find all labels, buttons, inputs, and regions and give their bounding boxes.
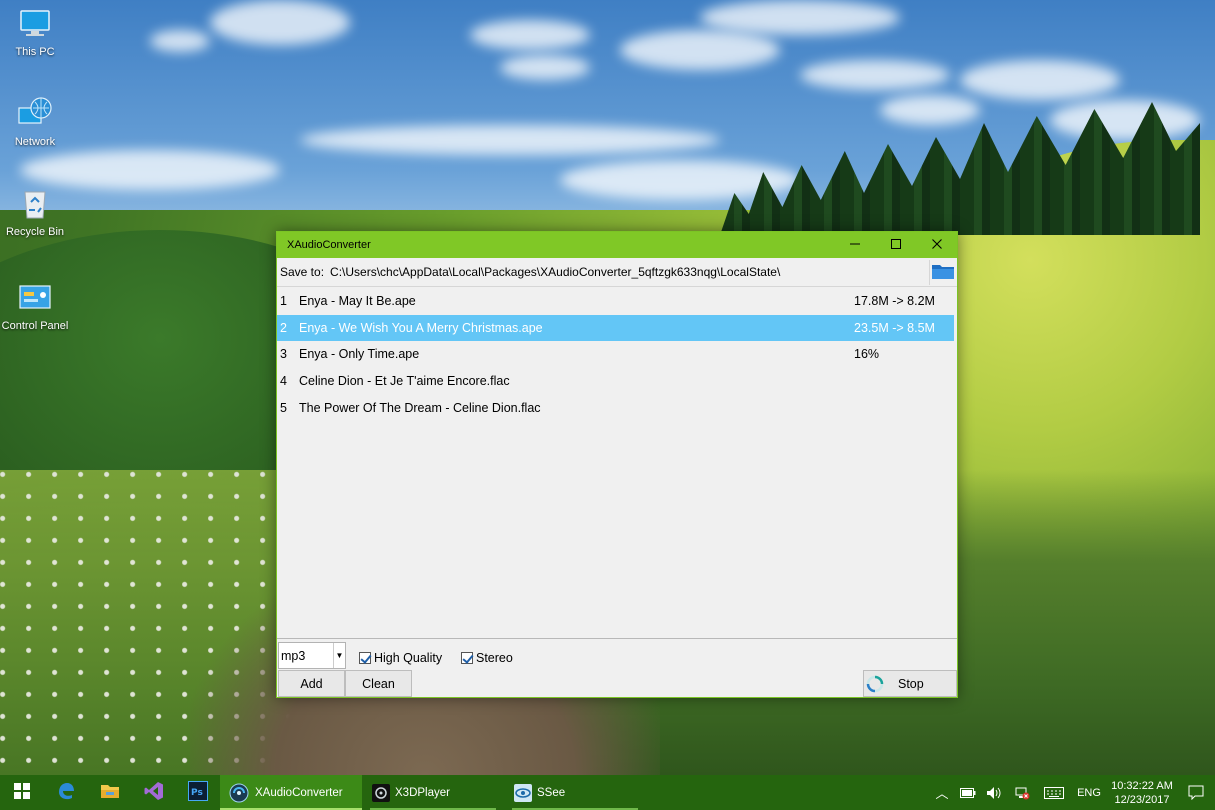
format-select[interactable]: mp3 ▼ (278, 642, 346, 669)
file-status: 16% (854, 347, 880, 361)
desktop-icon-label: Recycle Bin (5, 226, 65, 238)
desktop-icon-network[interactable]: Network (0, 96, 70, 148)
taskbar-app-xaudioconverter[interactable]: XAudioConverter (220, 775, 362, 810)
stereo-checkbox[interactable]: Stereo (461, 651, 513, 665)
edge-browser-icon (56, 781, 76, 804)
control-panel-icon (17, 280, 53, 316)
file-status: 17.8M -> 8.2M (854, 294, 935, 308)
file-number: 3 (280, 347, 287, 361)
minimize-icon (849, 237, 861, 253)
save-location-bar: Save to: C:\Users\chc\AppData\Local\Pack… (277, 258, 957, 287)
taskbar-visual-studio-button[interactable] (132, 775, 176, 810)
xaudioconverter-icon (229, 783, 249, 803)
clock-date: 12/23/2017 (1114, 793, 1170, 806)
file-explorer-icon (100, 782, 120, 803)
file-number: 5 (280, 401, 287, 415)
high-quality-label: High Quality (374, 651, 443, 665)
file-name: Celine Dion - Et Je T'aime Encore.flac (299, 374, 510, 388)
x3dplayer-icon (371, 783, 391, 803)
file-name: Enya - Only Time.ape (299, 347, 420, 361)
browse-folder-button[interactable] (929, 259, 956, 285)
windows-logo-icon (14, 783, 30, 802)
close-button[interactable] (916, 232, 957, 258)
list-item[interactable]: 5 The Power Of The Dream - Celine Dion.f… (277, 395, 954, 421)
file-name: The Power Of The Dream - Celine Dion.fla… (299, 401, 541, 415)
taskbar-photoshop-button[interactable]: Ps (176, 775, 220, 810)
taskbar-edge-button[interactable] (44, 775, 88, 810)
taskbar: Ps XAudioConverter X3DPlayer SSee ︿ ENG … (0, 775, 1215, 810)
recycle-bin-icon (17, 186, 53, 222)
list-item[interactable]: 3 Enya - Only Time.ape 16% (277, 341, 954, 367)
chevron-up-icon[interactable]: ︿ (929, 783, 955, 802)
file-list[interactable]: 1 Enya - May It Be.ape 17.8M -> 8.2M 2 E… (277, 288, 957, 639)
taskbar-explorer-button[interactable] (88, 775, 132, 810)
taskbar-app-ssee[interactable]: SSee (504, 775, 646, 810)
desktop-icon-label: This PC (15, 46, 55, 58)
folder-icon (931, 262, 955, 283)
system-tray: ︿ ENG 10:32:22 AM 12/23/2017 (929, 775, 1215, 810)
stop-label: Stop (898, 676, 924, 691)
chevron-down-icon[interactable]: ▼ (333, 643, 345, 668)
maximize-icon (890, 237, 902, 253)
clean-button[interactable]: Clean (345, 670, 412, 697)
close-icon (931, 237, 943, 253)
file-name: Enya - We Wish You A Merry Christmas.ape (299, 321, 543, 335)
xaudioconverter-window: XAudioConverter Save to: C:\Users\chc\Ap… (276, 231, 958, 698)
file-name: Enya - May It Be.ape (299, 294, 416, 308)
high-quality-checkbox[interactable]: High Quality (359, 651, 442, 665)
file-number: 4 (280, 374, 287, 388)
taskbar-app-x3dplayer[interactable]: X3DPlayer (362, 775, 504, 810)
checkbox-checked-icon (461, 652, 473, 664)
ssee-icon (513, 783, 533, 803)
keyboard-icon[interactable] (1037, 786, 1071, 799)
add-button[interactable]: Add (278, 670, 345, 697)
format-value: mp3 (281, 648, 306, 663)
file-status: 23.5M -> 8.5M (854, 321, 935, 335)
stop-button[interactable]: Stop (863, 670, 957, 697)
list-item[interactable]: 4 Celine Dion - Et Je T'aime Encore.flac (277, 368, 954, 394)
desktop-icon-control-panel[interactable]: Control Panel (0, 280, 70, 332)
desktop-icon-this-pc[interactable]: This PC (0, 6, 70, 58)
minimize-button[interactable] (834, 232, 875, 258)
taskbar-app-label: XAudioConverter (255, 786, 343, 799)
taskbar-app-label: X3DPlayer (395, 786, 450, 799)
checkbox-checked-icon (359, 652, 371, 664)
clock-time: 10:32:22 AM (1111, 779, 1173, 792)
visual-studio-icon (144, 781, 164, 804)
save-path-text: C:\Users\chc\AppData\Local\Packages\XAud… (330, 265, 781, 279)
desktop-icon-label: Control Panel (1, 320, 69, 332)
battery-icon[interactable] (955, 787, 981, 798)
svg-text:Ps: Ps (191, 788, 203, 798)
desktop-icon-label: Network (14, 136, 56, 148)
title-bar[interactable]: XAudioConverter (277, 232, 957, 258)
stereo-label: Stereo (476, 651, 513, 665)
save-to-label: Save to: (280, 265, 325, 279)
window-title: XAudioConverter (287, 239, 371, 251)
network-icon (17, 96, 53, 132)
desktop-icon-recycle-bin[interactable]: Recycle Bin (0, 186, 70, 238)
progress-spinner-icon (866, 675, 884, 693)
photoshop-icon: Ps (188, 781, 208, 804)
network-disconnected-icon[interactable] (1007, 786, 1037, 800)
action-center-icon[interactable] (1177, 785, 1215, 800)
list-item[interactable]: 1 Enya - May It Be.ape 17.8M -> 8.2M (277, 288, 954, 314)
start-button[interactable] (0, 775, 44, 810)
maximize-button[interactable] (875, 232, 916, 258)
file-number: 2 (280, 321, 287, 335)
input-language[interactable]: ENG (1071, 787, 1107, 799)
list-item-selected[interactable]: 2 Enya - We Wish You A Merry Christmas.a… (277, 315, 954, 341)
taskbar-clock[interactable]: 10:32:22 AM 12/23/2017 (1107, 779, 1177, 807)
computer-icon (17, 6, 53, 42)
conversion-controls: mp3 ▼ High Quality Stereo Add Clean Stop (277, 640, 957, 698)
taskbar-app-label: SSee (537, 786, 566, 799)
file-number: 1 (280, 294, 287, 308)
volume-icon[interactable] (981, 786, 1007, 800)
